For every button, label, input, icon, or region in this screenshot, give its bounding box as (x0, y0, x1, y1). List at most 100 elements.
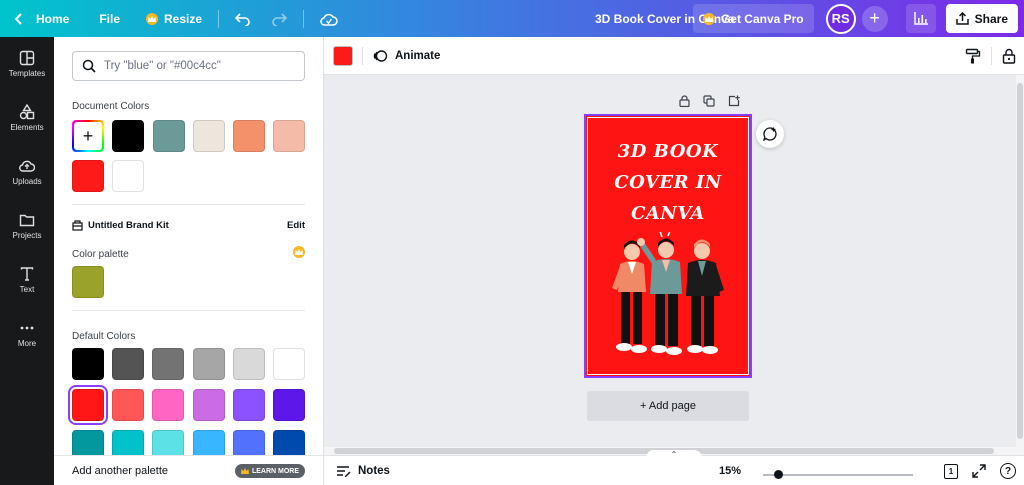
resize-button[interactable]: Resize (136, 0, 212, 37)
friends-illustration[interactable] (604, 232, 734, 362)
bottom-bar: ⌃ Notes 15% 1 ? (324, 450, 1024, 485)
add-page-button[interactable]: + Add page (587, 391, 749, 421)
default-colors-label: Default Colors (72, 331, 136, 342)
document-color-swatch[interactable] (112, 160, 144, 192)
rail-item-elements[interactable]: Elements (0, 91, 54, 145)
add-palette-link[interactable]: Add another palette (72, 465, 168, 477)
animate-button[interactable]: Animate (372, 37, 440, 75)
share-icon (955, 12, 969, 25)
share-label: Share (974, 11, 1008, 26)
add-page-icon[interactable] (728, 95, 740, 107)
avatar[interactable]: RS (825, 3, 856, 34)
page-tools (679, 95, 740, 107)
resize-label: Resize (164, 11, 203, 26)
animate-icon (373, 50, 388, 62)
cloud-save-button[interactable] (310, 0, 348, 37)
color-panel: Document Colors + Untitled Brand Kit Edi… (54, 37, 324, 485)
home-button[interactable]: Home (0, 0, 79, 37)
default-color-swatch[interactable] (112, 389, 145, 421)
fullscreen-icon[interactable] (972, 464, 986, 478)
cover-title[interactable]: 3D BOOK COVER IN CANVA (586, 136, 750, 229)
document-color-swatch[interactable] (112, 120, 144, 152)
notes-icon (337, 465, 351, 477)
share-button[interactable]: Share (945, 4, 1018, 33)
divider (72, 204, 305, 205)
add-collaborator-button[interactable]: + (861, 5, 888, 32)
zoom-slider-thumb[interactable] (774, 470, 783, 479)
plus-icon: + (869, 8, 880, 28)
undo-button[interactable] (225, 0, 261, 37)
default-color-swatch[interactable] (232, 389, 265, 421)
plus-icon: + (82, 126, 94, 146)
document-color-swatch[interactable] (233, 120, 265, 152)
rail-item-uploads[interactable]: Uploads (0, 145, 54, 199)
rail-item-projects[interactable]: Projects (0, 199, 54, 253)
rail-item-text[interactable]: Text (0, 253, 54, 307)
color-search-input[interactable] (104, 60, 294, 72)
redo-icon (272, 12, 288, 26)
cloud-check-icon (320, 13, 338, 26)
redo-button[interactable] (261, 0, 297, 37)
document-color-swatch[interactable] (193, 120, 225, 152)
rail-label: More (17, 339, 37, 348)
crown-icon (293, 246, 305, 258)
duplicate-page-icon[interactable] (703, 95, 715, 107)
rail-label: Uploads (12, 177, 42, 186)
document-colors-label: Document Colors (72, 101, 150, 112)
document-color-swatch[interactable] (153, 120, 185, 152)
top-bar: Home File Resize 3D Book Cover in Canva … (0, 0, 1024, 37)
insights-button[interactable] (905, 4, 936, 33)
lock-page-icon[interactable] (679, 95, 690, 107)
palette-color-swatch[interactable] (72, 266, 104, 298)
edit-brand-kit-link[interactable]: Edit (287, 220, 305, 231)
default-color-swatch[interactable] (112, 348, 145, 380)
default-color-swatch[interactable] (273, 389, 305, 421)
default-color-swatch[interactable] (273, 348, 305, 380)
animate-label: Animate (395, 50, 441, 62)
rail-item-templates[interactable]: Templates (0, 37, 54, 91)
text-icon (20, 267, 34, 281)
vertical-scrollbar[interactable] (1016, 75, 1024, 455)
file-label: File (99, 11, 121, 26)
default-color-swatch[interactable] (72, 348, 104, 380)
cover-title-line: CANVA (631, 203, 705, 224)
canvas-area: 3D BOOK COVER IN CANVA + Add page (324, 75, 1016, 447)
default-color-swatch[interactable] (232, 348, 265, 380)
page-count-button[interactable]: 1 (944, 463, 958, 479)
scrollbar-thumb[interactable] (1017, 83, 1023, 439)
notes-button[interactable]: Notes (336, 456, 390, 485)
divider (72, 310, 305, 311)
book-cover-page[interactable]: 3D BOOK COVER IN CANVA (584, 114, 752, 378)
brand-kit-icon (72, 220, 83, 231)
background-color-button[interactable] (333, 46, 353, 66)
lock-icon[interactable] (1002, 48, 1016, 64)
get-canva-pro-label: Get Canva Pro (720, 11, 804, 26)
document-color-swatch[interactable] (72, 160, 104, 192)
paint-roller-icon[interactable] (965, 48, 981, 64)
color-palette-label: Color palette (72, 249, 129, 260)
default-color-swatch[interactable] (152, 348, 185, 380)
zoom-value[interactable]: 15% (719, 456, 741, 485)
learn-more-button[interactable]: LEARN MORE (234, 464, 305, 478)
zoom-slider-track[interactable] (763, 474, 913, 476)
collapse-pages-button[interactable]: ⌃ (646, 450, 702, 460)
search-icon (82, 59, 96, 73)
default-color-swatch[interactable] (192, 389, 225, 421)
file-menu[interactable]: File (89, 0, 130, 37)
document-color-swatch[interactable] (273, 120, 305, 152)
default-color-swatch[interactable] (152, 389, 185, 421)
panel-footer: Add another palette LEARN MORE (54, 455, 323, 485)
get-canva-pro-button[interactable]: Get Canva Pro (692, 4, 814, 33)
divider (991, 47, 992, 65)
default-color-swatch[interactable] (192, 348, 225, 380)
rail-item-more[interactable]: More (0, 307, 54, 361)
comment-plus-icon (763, 127, 777, 141)
help-button[interactable]: ? (1000, 463, 1016, 479)
chevron-left-icon (14, 12, 22, 25)
add-comment-button[interactable] (756, 120, 784, 148)
bar-chart-icon (913, 12, 928, 25)
default-color-swatch[interactable] (72, 389, 104, 421)
left-rail: Templates Elements Uploads Projects Text… (0, 37, 54, 485)
add-color-button[interactable]: + (72, 120, 104, 152)
cover-title-line: 3D BOOK (617, 141, 719, 162)
